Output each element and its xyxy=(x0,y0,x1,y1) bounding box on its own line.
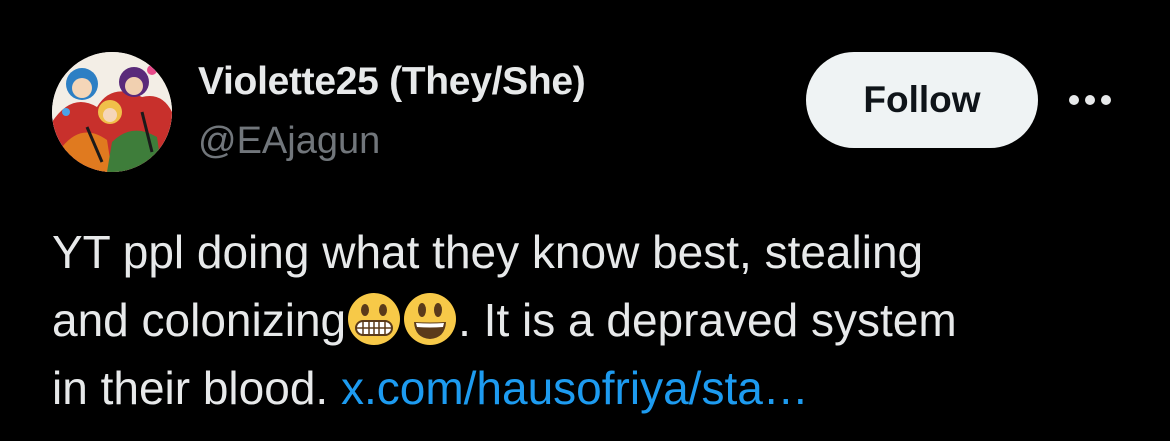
avatar-image xyxy=(52,52,172,172)
follow-button[interactable]: Follow xyxy=(806,52,1038,148)
tweet-line-2: and colonizing . It is a depraved system xyxy=(52,286,1142,354)
tweet-line-3: in their blood. x.com/hausofriya/sta… xyxy=(52,354,1142,422)
tweet-text-segment: in their blood. xyxy=(52,362,329,414)
user-handle[interactable]: @EAjagun xyxy=(198,120,380,163)
grinning-face-icon xyxy=(403,292,457,346)
more-horizontal-icon xyxy=(1069,95,1111,105)
tweet-card: Violette25 (They/She) @EAjagun Follow YT… xyxy=(0,0,1170,441)
tweet-text-segment: . It is a depraved system xyxy=(458,294,957,346)
tweet-line-1: YT ppl doing what they know best, steali… xyxy=(52,226,924,278)
tweet-text-segment: and colonizing xyxy=(52,294,347,346)
grimacing-face-icon xyxy=(347,292,401,346)
display-name[interactable]: Violette25 (They/She) xyxy=(198,60,586,104)
avatar[interactable] xyxy=(52,52,172,172)
tweet-link[interactable]: x.com/hausofriya/sta… xyxy=(341,362,809,414)
more-options-button[interactable] xyxy=(1066,88,1114,112)
tweet-text: YT ppl doing what they know best, steali… xyxy=(52,218,1142,422)
